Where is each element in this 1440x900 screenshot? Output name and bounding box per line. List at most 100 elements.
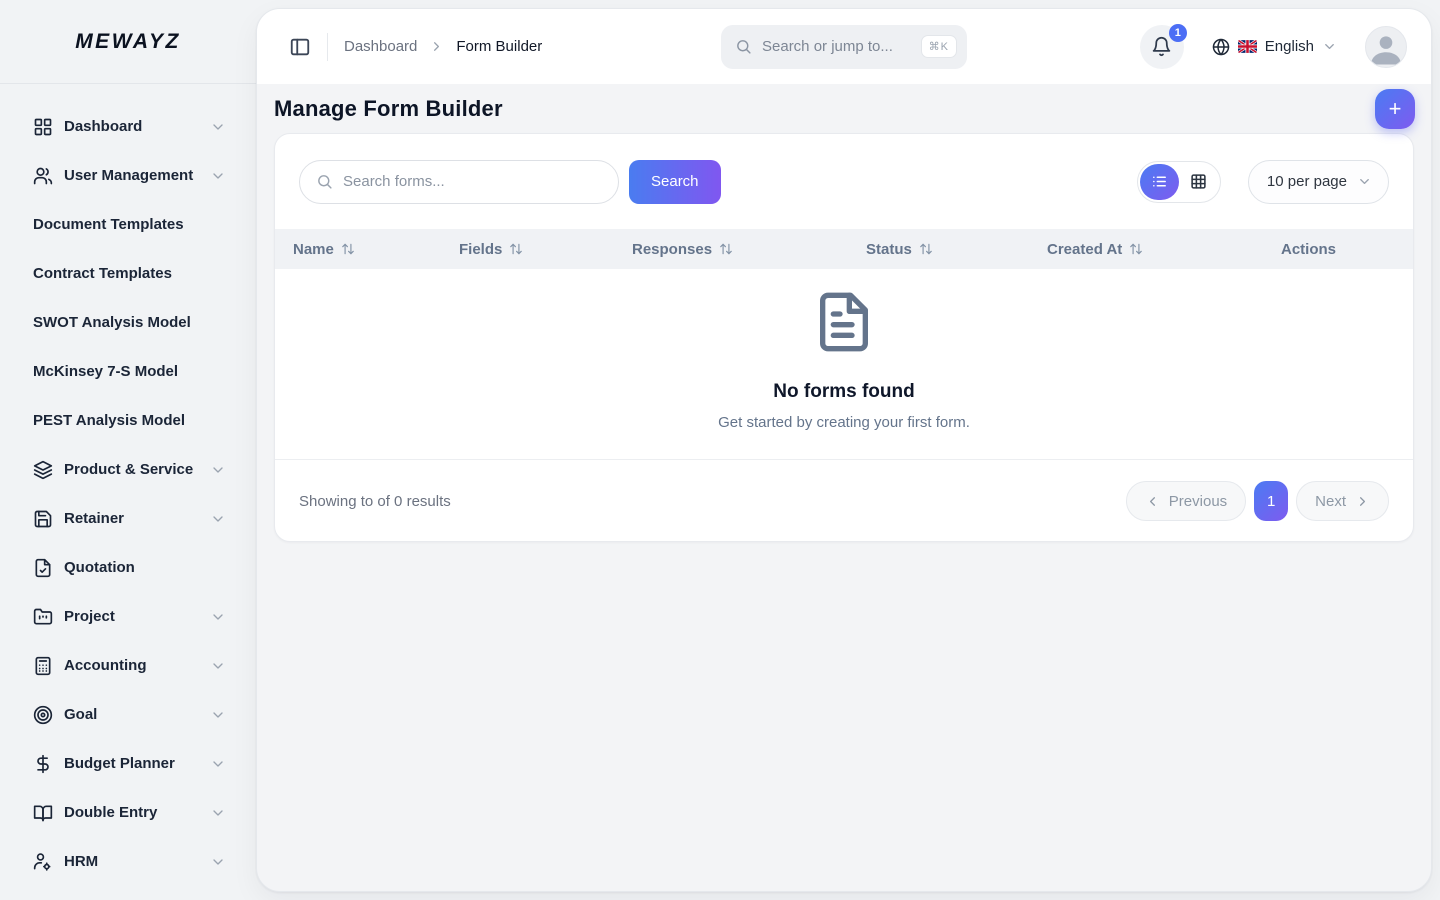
next-page-button[interactable]: Next — [1296, 481, 1389, 521]
sidebar-item-label: McKinsey 7-S Model — [33, 362, 226, 382]
breadcrumb: Dashboard Form Builder — [344, 38, 542, 55]
header-actions: 1 English — [1140, 25, 1407, 69]
sidebar-item-accounting[interactable]: Accounting — [0, 641, 256, 690]
chevron-down-icon — [210, 658, 226, 674]
sidebar-item-user-management[interactable]: User Management — [0, 151, 256, 200]
target-icon — [33, 705, 53, 725]
sidebar: MEWAYZ Dashboard User Management Documen… — [0, 0, 256, 900]
sidebar-item-pest-analysis[interactable]: PEST Analysis Model — [0, 396, 256, 445]
column-label: Name — [293, 241, 334, 258]
users-icon — [33, 166, 53, 186]
sort-arrows-icon — [1129, 242, 1143, 256]
language-label: English — [1265, 38, 1314, 55]
add-form-button[interactable]: + — [1375, 89, 1415, 129]
chevron-down-icon — [1322, 39, 1337, 54]
column-header-name[interactable]: Name — [293, 241, 459, 258]
sidebar-item-dashboard[interactable]: Dashboard — [0, 102, 256, 151]
sidebar-item-project[interactable]: Project — [0, 592, 256, 641]
page-title: Manage Form Builder — [274, 96, 503, 122]
previous-label: Previous — [1169, 493, 1227, 510]
page-heading-band: Manage Form Builder + — [257, 84, 1431, 133]
column-label: Actions — [1281, 241, 1336, 258]
globe-icon — [1212, 38, 1230, 56]
empty-state-subtitle: Get started by creating your first form. — [718, 414, 970, 431]
table-header-row: Name Fields Responses Status — [275, 229, 1413, 269]
save-icon — [33, 509, 53, 529]
sidebar-item-goal[interactable]: Goal — [0, 690, 256, 739]
sort-arrows-icon — [341, 242, 355, 256]
breadcrumb-current: Form Builder — [456, 38, 542, 55]
sidebar-toggle-button[interactable] — [285, 32, 315, 62]
sidebar-item-document-templates[interactable]: Document Templates — [0, 200, 256, 249]
search-button[interactable]: Search — [629, 160, 721, 204]
table-footer: Showing to of 0 results Previous 1 Next — [275, 459, 1413, 542]
chevron-down-icon — [210, 854, 226, 870]
chevron-down-icon — [210, 609, 226, 625]
per-page-value: 10 per page — [1267, 173, 1347, 190]
top-header-bar: Dashboard Form Builder Search or jump to… — [257, 9, 1431, 84]
column-header-created-at[interactable]: Created At — [1047, 241, 1281, 258]
sidebar-item-label: Contract Templates — [33, 264, 226, 284]
sidebar-item-label: Dashboard — [64, 117, 210, 137]
brand-logo-text: MEWAYZ — [75, 30, 181, 54]
forms-search-input[interactable] — [343, 173, 602, 190]
global-search-input[interactable]: Search or jump to... ⌘K — [721, 25, 967, 69]
chevron-right-icon — [1355, 494, 1370, 509]
sidebar-item-product-service[interactable]: Product & Service — [0, 445, 256, 494]
user-gear-icon — [33, 852, 53, 872]
column-header-fields[interactable]: Fields — [459, 241, 632, 258]
file-check-icon — [33, 558, 53, 578]
column-label: Created At — [1047, 241, 1122, 258]
sidebar-item-hrm[interactable]: HRM — [0, 837, 256, 886]
user-avatar[interactable] — [1365, 26, 1407, 68]
sidebar-item-label: Goal — [64, 705, 210, 725]
per-page-select[interactable]: 10 per page — [1248, 160, 1389, 204]
search-icon — [316, 173, 333, 190]
file-text-icon — [812, 290, 876, 354]
forms-toolbar: Search 10 per page — [275, 134, 1413, 229]
sidebar-item-mckinsey-7s[interactable]: McKinsey 7-S Model — [0, 347, 256, 396]
sidebar-nav: Dashboard User Management Document Templ… — [0, 84, 256, 886]
sidebar-item-budget-planner[interactable]: Budget Planner — [0, 739, 256, 788]
sidebar-item-label: User Management — [64, 166, 210, 186]
next-label: Next — [1315, 493, 1346, 510]
uk-flag-icon — [1238, 40, 1257, 53]
chevron-down-icon — [210, 168, 226, 184]
sidebar-item-swot-analysis[interactable]: SWOT Analysis Model — [0, 298, 256, 347]
sidebar-item-contract-templates[interactable]: Contract Templates — [0, 249, 256, 298]
sort-arrows-icon — [719, 242, 733, 256]
sidebar-item-double-entry[interactable]: Double Entry — [0, 788, 256, 837]
chevron-down-icon — [210, 756, 226, 772]
previous-page-button[interactable]: Previous — [1126, 481, 1246, 521]
view-toggle — [1137, 161, 1221, 203]
chevron-right-icon — [429, 39, 444, 54]
sidebar-item-label: Document Templates — [33, 215, 226, 235]
notification-count-badge: 1 — [1169, 24, 1187, 42]
column-label: Fields — [459, 241, 502, 258]
breadcrumb-dashboard[interactable]: Dashboard — [344, 38, 417, 55]
sidebar-item-label: HRM — [64, 852, 210, 872]
list-view-button[interactable] — [1140, 164, 1179, 200]
brand-logo: MEWAYZ — [0, 0, 256, 83]
global-search-placeholder: Search or jump to... — [762, 38, 921, 55]
chevron-down-icon — [210, 119, 226, 135]
column-header-status[interactable]: Status — [866, 241, 1047, 258]
notifications-button[interactable]: 1 — [1140, 25, 1184, 69]
sidebar-item-quotation[interactable]: Quotation — [0, 543, 256, 592]
chevron-left-icon — [1145, 494, 1160, 509]
language-selector[interactable]: English — [1212, 38, 1337, 56]
forms-panel: Search 10 per page — [274, 133, 1414, 542]
sidebar-item-label: Retainer — [64, 509, 210, 529]
keyboard-shortcut-badge: ⌘K — [921, 35, 957, 58]
sort-arrows-icon — [509, 242, 523, 256]
page-1-button[interactable]: 1 — [1254, 481, 1288, 521]
sidebar-item-retainer[interactable]: Retainer — [0, 494, 256, 543]
sidebar-item-label: Double Entry — [64, 803, 210, 823]
sidebar-item-label: Accounting — [64, 656, 210, 676]
column-header-responses[interactable]: Responses — [632, 241, 866, 258]
grid-view-button[interactable] — [1179, 164, 1218, 200]
sidebar-item-label: Project — [64, 607, 210, 627]
chevron-down-icon — [210, 805, 226, 821]
folder-icon — [33, 607, 53, 627]
forms-search-field[interactable] — [299, 160, 619, 204]
